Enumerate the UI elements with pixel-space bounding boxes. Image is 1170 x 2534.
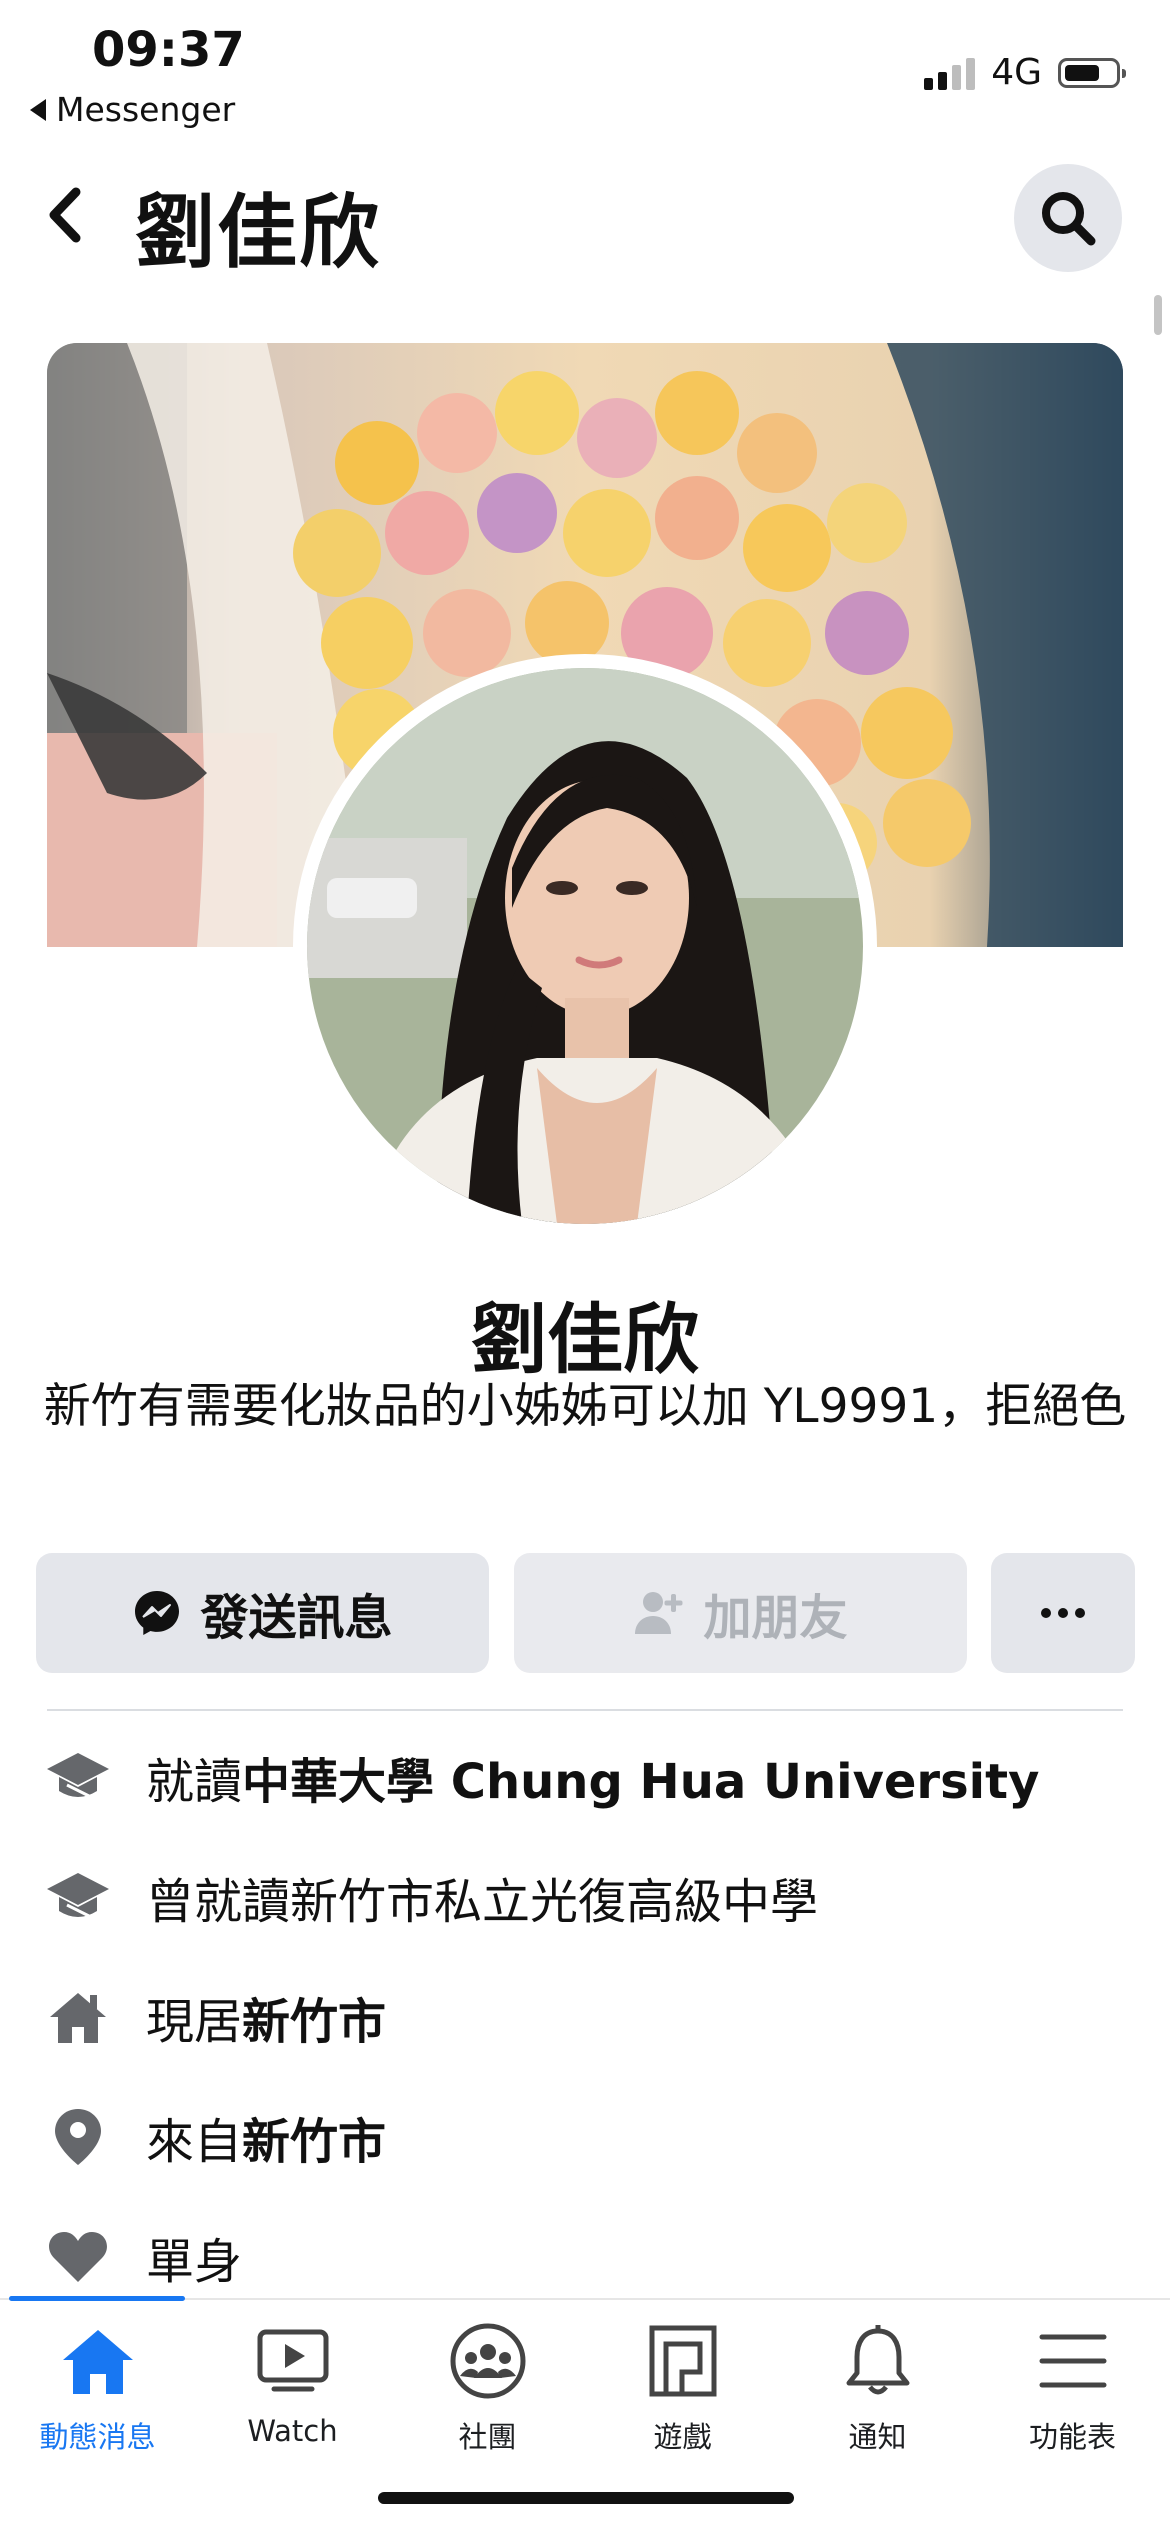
tab-label: 功能表 xyxy=(1028,2420,1116,2454)
groups-icon xyxy=(450,2323,525,2399)
page-title: 劉佳欣 xyxy=(135,186,381,279)
home-indicator xyxy=(378,2492,794,2504)
intro-current-city[interactable]: 現居 新竹市 xyxy=(40,1972,386,2062)
more-horizontal-icon xyxy=(1041,1608,1085,1618)
back-app-label: Messenger xyxy=(56,90,236,129)
tab-label: 遊戲 xyxy=(653,2420,712,2454)
back-triangle-icon xyxy=(30,98,46,121)
add-friend-button[interactable]: 加朋友 xyxy=(514,1553,967,1673)
relationship-status: 單身 xyxy=(146,2234,243,2290)
tab-label: 通知 xyxy=(848,2420,907,2454)
from-prefix: 來自 xyxy=(146,2114,243,2170)
gaming-icon xyxy=(649,2325,716,2397)
intro-education[interactable]: 就讀 中華大學 Chung Hua University xyxy=(40,1732,1039,1822)
more-options-button[interactable] xyxy=(991,1553,1135,1673)
lives-in-prefix: 現居 xyxy=(146,1994,243,2050)
section-divider xyxy=(47,1709,1123,1711)
menu-icon xyxy=(1039,2334,1106,2388)
location-pin-icon xyxy=(55,2109,101,2165)
previous-education-text: 曾就讀新竹市私立光復高級中學 xyxy=(146,1874,819,1930)
profile-name: 劉佳欣 xyxy=(471,1295,699,1384)
tab-label: 社團 xyxy=(458,2420,517,2454)
active-tab-indicator xyxy=(9,2296,185,2301)
status-indicators: 4G xyxy=(924,52,1126,93)
graduation-cap-icon xyxy=(47,1873,109,1919)
education-prefix: 就讀 xyxy=(146,1754,243,1810)
graduation-cap-icon xyxy=(47,1753,109,1799)
tab-gaming[interactable]: 遊戲 xyxy=(585,2318,780,2458)
from-place[interactable]: 新竹市 xyxy=(242,2102,386,2172)
heart-icon xyxy=(49,2232,107,2282)
back-to-app-link[interactable]: Messenger xyxy=(30,90,235,129)
tab-news-feed[interactable]: 動態消息 xyxy=(0,2318,195,2458)
tab-watch[interactable]: Watch xyxy=(195,2318,390,2458)
tab-groups[interactable]: 社團 xyxy=(390,2318,585,2458)
intro-relationship[interactable]: 單身 xyxy=(40,2212,242,2302)
send-message-label: 發送訊息 xyxy=(200,1590,393,1646)
tab-label: 動態消息 xyxy=(39,2420,156,2454)
tab-menu[interactable]: 功能表 xyxy=(975,2318,1170,2458)
home-icon xyxy=(50,1993,106,2043)
education-school[interactable]: 中華大學 Chung Hua University xyxy=(242,1742,1039,1812)
lives-in-place[interactable]: 新竹市 xyxy=(242,1982,386,2052)
scroll-indicator xyxy=(1154,295,1162,335)
network-type: 4G xyxy=(991,52,1042,93)
signal-icon xyxy=(924,56,976,90)
send-message-button[interactable]: 發送訊息 xyxy=(36,1553,489,1673)
add-friend-icon xyxy=(635,1592,683,1634)
battery-icon xyxy=(1058,57,1126,88)
tab-label: Watch xyxy=(247,2414,338,2448)
home-icon xyxy=(62,2330,133,2394)
tab-notifications[interactable]: 通知 xyxy=(780,2318,975,2458)
intro-hometown[interactable]: 來自 新竹市 xyxy=(40,2092,386,2182)
intro-previous-education[interactable]: 曾就讀新竹市私立光復高級中學 xyxy=(40,1852,818,1942)
profile-avatar[interactable] xyxy=(307,668,863,1224)
messenger-icon xyxy=(135,1591,180,1635)
profile-bio: 新竹有需要化妝品的小姊姊可以加 YL9991，拒絕色 xyxy=(43,1379,1127,1434)
watch-icon xyxy=(257,2329,328,2392)
add-friend-label: 加朋友 xyxy=(703,1590,848,1646)
search-icon xyxy=(1042,192,1096,246)
search-button[interactable] xyxy=(1014,164,1122,272)
chevron-left-icon[interactable] xyxy=(40,180,88,250)
bell-icon xyxy=(846,2325,909,2395)
status-time: 09:37 xyxy=(92,22,245,78)
